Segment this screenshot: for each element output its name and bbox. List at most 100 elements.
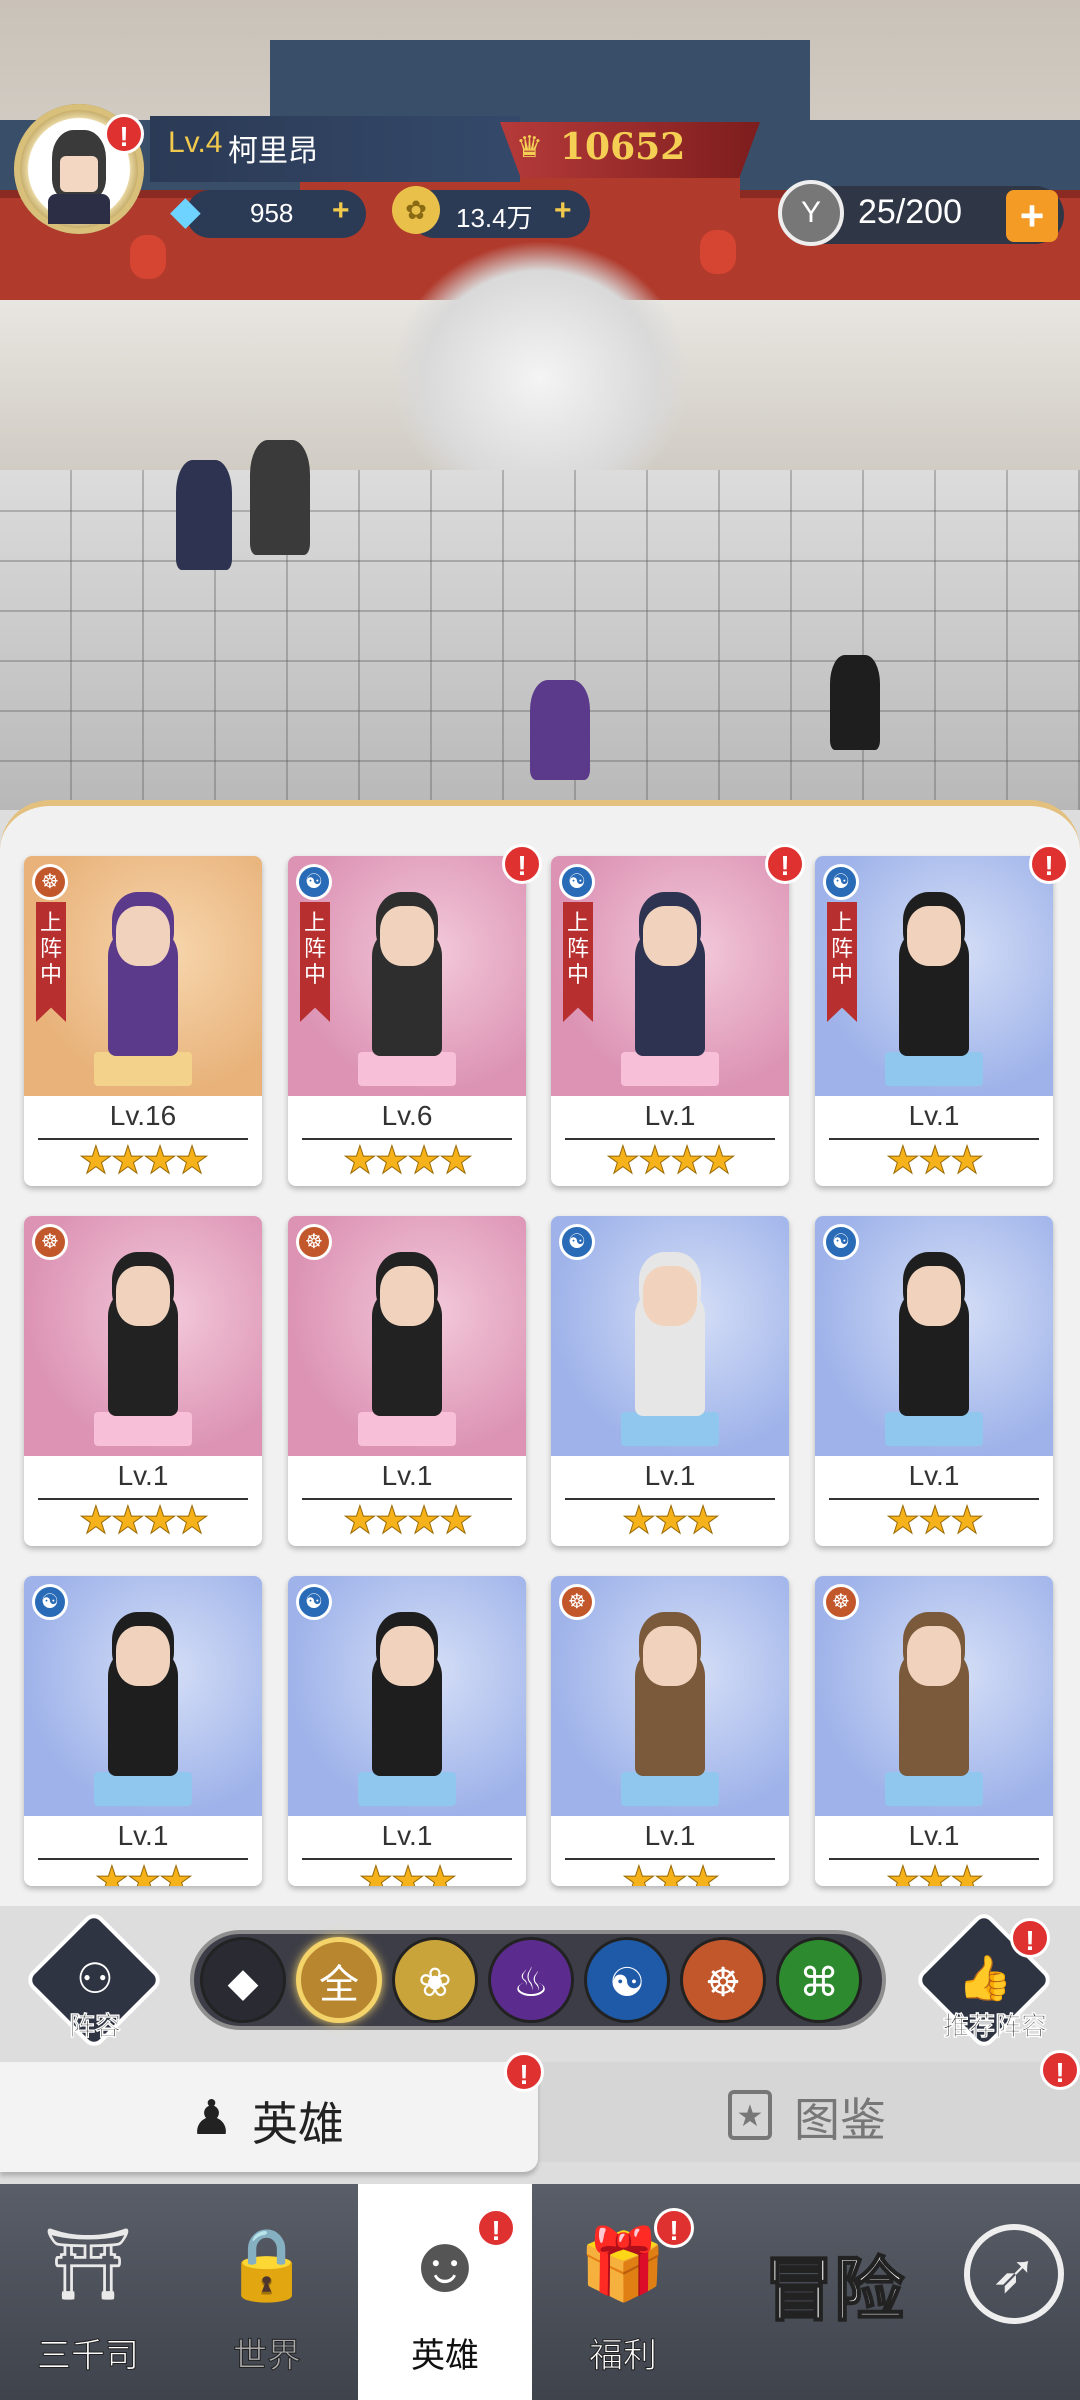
hero-sprite-head (907, 1266, 961, 1326)
recommend-alert-badge: ! (1010, 1918, 1050, 1958)
hero-card[interactable]: ☸ Lv.1 ★★★ (551, 1576, 789, 1886)
nav-adventure-label: 冒险 (763, 2250, 905, 2330)
hero-card[interactable]: ☯ 上阵中 Lv.1 ★★★ (815, 856, 1053, 1186)
hero-card[interactable]: ☸ Lv.1 ★★★ (815, 1576, 1053, 1886)
filter-water-button[interactable]: ☯ (584, 1937, 670, 2023)
hero-level: Lv.1 (381, 1820, 433, 1851)
filter-lotus-button[interactable]: ❀ (392, 1937, 478, 2023)
water-faction-icon: ☯ (559, 1224, 595, 1260)
water-faction-icon: ☯ (823, 1224, 859, 1260)
filter-flame-button[interactable]: ♨ (488, 1937, 574, 2023)
hero-pedestal (885, 1412, 983, 1446)
hero-card[interactable]: ☯ 上阵中 Lv.6 ★★★★ (288, 856, 526, 1186)
hero-card[interactable]: ☸ Lv.1 ★★★★ (24, 1216, 262, 1546)
field-hero (830, 655, 880, 750)
add-diamond-button[interactable]: + (332, 194, 350, 228)
lineup-label: 阵容 (68, 2011, 122, 2042)
hero-stars: ★★★ (621, 1500, 720, 1543)
diamond-value: 958 (250, 198, 294, 228)
hero-alert-badge: ! (765, 844, 805, 884)
filter-meditate-button[interactable]: ☸ (680, 1937, 766, 2023)
nav-sanqiansi-label: 三千司 (37, 2337, 140, 2376)
hero-stars: ★★★★ (342, 1140, 473, 1183)
pagoda-icon: ⛩ (43, 2225, 133, 2303)
hero-pedestal (885, 1052, 983, 1086)
thumbs-up-icon: 👍 (957, 1954, 1013, 2003)
codex-icon: ★ (728, 2090, 772, 2140)
hero-sprite-head (907, 1626, 961, 1686)
meditate-faction-icon: ☸ (32, 1224, 68, 1260)
hero-stars: ★★★★ (78, 1140, 209, 1183)
deployed-ribbon: 上阵中 (36, 902, 66, 1022)
heroes-tab-alert-badge: ! (504, 2052, 544, 2092)
filter-all-button[interactable]: 全 (296, 1937, 382, 2023)
hero-stars: ★★★ (94, 1860, 193, 1887)
hero-sprite-head (907, 906, 961, 966)
nav-sanqiansi[interactable]: ⛩ 三千司 (0, 2184, 176, 2400)
hero-pedestal (621, 1412, 719, 1446)
hero-level: Lv.1 (908, 1820, 960, 1851)
hero-pedestal (358, 1052, 456, 1086)
hero-level: Lv.6 (381, 1100, 433, 1131)
hero-sprite-head (116, 1626, 170, 1686)
energy-icon: Y (778, 180, 844, 246)
deployed-ribbon: 上阵中 (827, 902, 857, 1022)
lantern (130, 235, 166, 279)
hero-level: Lv.1 (644, 1460, 696, 1491)
deployed-ribbon: 上阵中 (563, 902, 593, 1022)
hero-card[interactable]: ☯ Lv.1 ★★★ (24, 1576, 262, 1886)
nav-heroes-label: 英雄 (411, 2337, 479, 2375)
hero-sprite-head (380, 906, 434, 966)
tab-heroes[interactable]: ♟ 英雄 (0, 2062, 538, 2172)
filter-dna-button[interactable]: ⌘ (776, 1937, 862, 2023)
nav-adventure[interactable]: 冒险 ➶ (714, 2184, 1080, 2400)
coin-value: 13.4万 (456, 203, 533, 233)
hero-pedestal (885, 1772, 983, 1806)
hero-pedestal (358, 1772, 456, 1806)
meditate-faction-icon: ☸ (296, 1224, 332, 1260)
field-hero (176, 460, 232, 570)
hero-sprite-head (380, 1266, 434, 1326)
nav-welfare-alert-badge: ! (654, 2208, 694, 2248)
meditate-faction-icon: ☸ (559, 1584, 595, 1620)
hero-card[interactable]: ☯ 上阵中 Lv.1 ★★★★ (551, 856, 789, 1186)
water-faction-icon: ☯ (296, 864, 332, 900)
hero-alert-badge: ! (502, 844, 542, 884)
water-faction-icon: ☯ (32, 1584, 68, 1620)
meditate-faction-icon: ☸ (32, 864, 68, 900)
hero-figure-icon: ♟ (190, 2092, 234, 2145)
add-energy-button[interactable]: + (1006, 190, 1058, 242)
hero-level: Lv.1 (117, 1820, 169, 1851)
nav-world[interactable]: 🔒 世界 (178, 2184, 356, 2400)
hero-sprite-head (116, 906, 170, 966)
hero-stars: ★★★ (885, 1860, 984, 1887)
energy-value: 25/200 (858, 193, 962, 231)
hero-pedestal (94, 1412, 192, 1446)
locked-globe-icon: 🔒 (223, 2225, 311, 2303)
hero-card[interactable]: ☯ Lv.1 ★★★ (815, 1216, 1053, 1546)
hero-card[interactable]: ☯ Lv.1 ★★★ (551, 1216, 789, 1546)
nav-welfare-label: 福利 (589, 2337, 658, 2376)
fox-statue (390, 240, 690, 470)
hero-card[interactable]: ☸ 上阵中 Lv.16 ★★★★ (24, 856, 262, 1186)
hero-card[interactable]: ☸ Lv.1 ★★★★ (288, 1216, 526, 1546)
diamond-icon: ◆ (170, 189, 201, 233)
tab-codex[interactable]: ★ 图鉴 (538, 2062, 1080, 2162)
tab-heroes-label: 英雄 (252, 2098, 344, 2150)
coin-icon: ✿ (392, 186, 440, 234)
water-faction-icon: ☯ (559, 864, 595, 900)
recommend-lineup-label: 推荐阵容 (942, 2011, 1048, 2042)
water-faction-icon: ☯ (296, 1584, 332, 1620)
hero-stars: ★★★ (358, 1860, 457, 1887)
power-value: 10652 (560, 126, 686, 168)
nav-world-label: 世界 (233, 2337, 302, 2376)
filter-diamond-button[interactable]: ◆ (200, 1937, 286, 2023)
bottom-nav: ⛩ 三千司 🔒 世界 ☻ 英雄 ! 🎁 福利 ! 冒险 ➶ (0, 2184, 1080, 2400)
hero-sprite-head (116, 1266, 170, 1326)
hero-card[interactable]: ☯ Lv.1 ★★★ (288, 1576, 526, 1886)
avatar-face (60, 156, 98, 192)
hero-level: Lv.1 (381, 1460, 433, 1491)
hero-stars: ★★★ (621, 1860, 720, 1887)
add-coin-button[interactable]: + (554, 194, 572, 228)
hero-level: Lv.1 (908, 1460, 960, 1491)
